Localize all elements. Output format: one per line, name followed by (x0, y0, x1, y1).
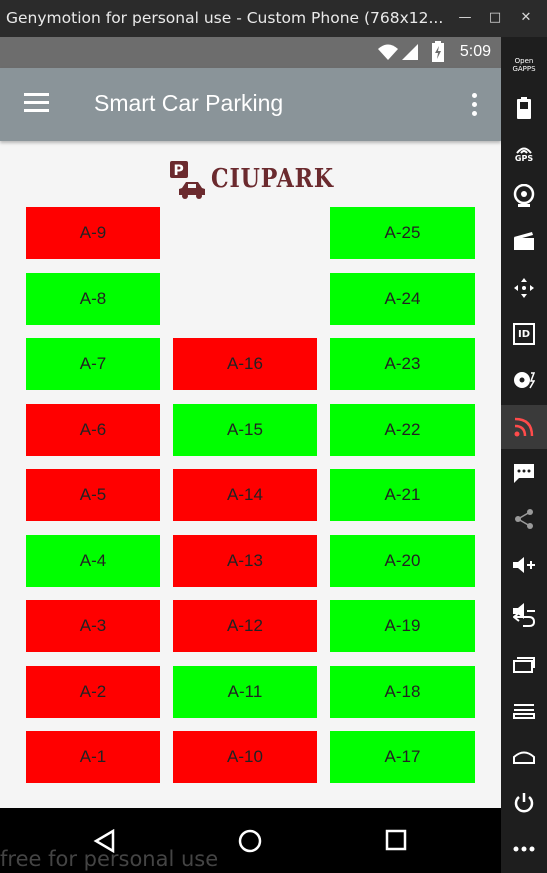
share-icon[interactable] (508, 503, 540, 535)
parking-slot-a-10[interactable]: A-10 (173, 731, 317, 783)
webcam-icon[interactable] (508, 180, 540, 212)
recents-icon[interactable] (385, 829, 407, 851)
maximize-icon[interactable]: □ (483, 6, 507, 30)
device-id-icon[interactable]: ID (508, 318, 540, 350)
battery-widget-icon[interactable] (508, 92, 540, 124)
battery-icon (432, 41, 444, 62)
logo-text: CIUPARK (211, 164, 334, 194)
gps-label: GPS (514, 153, 534, 163)
minimize-icon[interactable]: — (453, 6, 477, 30)
app-bar: Smart Car Parking (0, 68, 501, 141)
parking-slot-a-7[interactable]: A-7 (26, 338, 160, 390)
app-logo: P CIUPARK (168, 160, 333, 200)
parking-slot-a-13[interactable]: A-13 (173, 535, 317, 587)
parking-slot-a-25[interactable]: A-25 (330, 207, 475, 259)
emulator-toolbar: Open GAPPS GPS ID (501, 37, 547, 873)
overflow-menu-icon[interactable] (469, 93, 479, 117)
parking-slot-a-1[interactable]: A-1 (26, 731, 160, 783)
parking-slot-a-6[interactable]: A-6 (26, 404, 160, 456)
back-icon[interactable] (508, 603, 540, 635)
parking-slot-a-21[interactable]: A-21 (330, 469, 475, 521)
phone-screen: 5:09 Smart Car Parking P CIUPARK A-9 A-8 A… (0, 37, 501, 873)
dpad-icon[interactable] (508, 272, 540, 304)
gps-icon[interactable]: GPS (508, 137, 540, 169)
volume-up-icon[interactable] (508, 549, 540, 581)
opengapps-label: Open GAPPS (512, 57, 536, 73)
app-title: Smart Car Parking (94, 90, 284, 116)
parking-slot-a-9[interactable]: A-9 (26, 207, 160, 259)
status-time: 5:09 (459, 43, 491, 60)
parking-slot-a-20[interactable]: A-20 (330, 535, 475, 587)
parking-slot-a-17[interactable]: A-17 (330, 731, 475, 783)
disk-io-icon[interactable] (508, 364, 540, 396)
parking-slot-a-15[interactable]: A-15 (173, 404, 317, 456)
home-icon[interactable] (508, 741, 540, 773)
network-icon[interactable] (501, 405, 547, 449)
parking-slot-a-2[interactable]: A-2 (26, 666, 160, 718)
parking-slot-a-18[interactable]: A-18 (330, 666, 475, 718)
signal-icon (402, 44, 418, 60)
parking-slot-a-22[interactable]: A-22 (330, 404, 475, 456)
parking-slot-a-5[interactable]: A-5 (26, 469, 160, 521)
parking-car-icon: P (170, 161, 205, 199)
parking-slot-a-16[interactable]: A-16 (173, 338, 317, 390)
parking-slot-a-12[interactable]: A-12 (173, 600, 317, 652)
opengapps-icon[interactable]: Open GAPPS (508, 49, 540, 81)
parking-slot-a-3[interactable]: A-3 (26, 600, 160, 652)
home-icon[interactable] (238, 829, 262, 853)
close-icon[interactable]: ✕ (514, 6, 538, 30)
menu-icon[interactable] (508, 695, 540, 727)
svg-text:P: P (174, 163, 184, 179)
parking-slot-a-8[interactable]: A-8 (26, 273, 160, 325)
parking-slot-a-14[interactable]: A-14 (173, 469, 317, 521)
status-bar: 5:09 (0, 37, 501, 68)
capture-icon[interactable] (508, 225, 540, 257)
device-id-label: ID (517, 328, 531, 340)
parking-slot-a-24[interactable]: A-24 (330, 273, 475, 325)
window-titlebar: Genymotion for personal use - Custom Pho… (0, 0, 547, 37)
parking-slot-a-19[interactable]: A-19 (330, 600, 475, 652)
watermark-text: free for personal use (0, 847, 219, 871)
parking-slot-a-4[interactable]: A-4 (26, 535, 160, 587)
sms-icon[interactable] (508, 457, 540, 489)
more-icon[interactable] (508, 833, 540, 865)
recent-apps-icon[interactable] (508, 649, 540, 681)
parking-slot-a-11[interactable]: A-11 (173, 666, 317, 718)
power-icon[interactable] (508, 787, 540, 819)
window-title: Genymotion for personal use - Custom Pho… (6, 9, 444, 27)
hamburger-menu-icon[interactable] (24, 93, 49, 113)
wifi-icon (378, 44, 398, 60)
parking-slot-a-23[interactable]: A-23 (330, 338, 475, 390)
